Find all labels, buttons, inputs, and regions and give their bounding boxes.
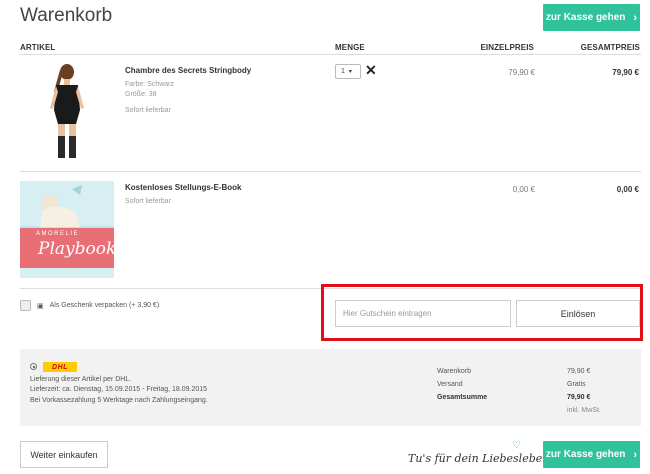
shipping-info-line: Lieferung dieser Artikel per DHL.	[30, 376, 132, 383]
checkout-button-bottom[interactable]: zur Kasse gehen ›	[543, 441, 640, 468]
header-divider	[20, 54, 641, 55]
product-size: Größe: 38	[125, 91, 157, 98]
total-price: 79,90 €	[612, 68, 639, 77]
remove-item-icon[interactable]: ✕	[365, 63, 377, 77]
chevron-down-icon: ▾	[348, 69, 352, 75]
continue-shopping-button[interactable]: Weiter einkaufen	[20, 441, 108, 468]
ebook-title-label: Playbook	[38, 239, 114, 259]
quantity-select[interactable]: 1 ▾	[335, 64, 361, 79]
summary-cart-label: Warenkorb	[437, 368, 471, 375]
ebook-brand-label: AMORELIE	[36, 231, 80, 237]
page-title: Warenkorb	[20, 5, 113, 26]
column-header-unit-price: EINZELPREIS	[480, 43, 534, 52]
chevron-right-icon: ›	[633, 11, 638, 24]
checkout-button-top[interactable]: zur Kasse gehen ›	[543, 4, 640, 31]
unit-price: 0,00 €	[512, 185, 535, 194]
product-image-stringbody[interactable]	[20, 62, 114, 162]
summary-total-value: 79,90 €	[567, 394, 591, 401]
product-availability: Sofort lieferbar	[125, 198, 171, 205]
summary-total-label: Gesamtsumme	[437, 394, 488, 401]
product-image-ebook[interactable]: AMORELIE Playbook	[20, 181, 114, 278]
shipping-radio[interactable]	[30, 363, 37, 370]
checkout-button-label: zur Kasse gehen	[545, 449, 626, 460]
column-header-article: ARTIKEL	[20, 43, 56, 52]
coupon-input-placeholder: Hier Gutschein eintragen	[343, 309, 432, 318]
summary-shipping-label: Versand	[437, 381, 463, 388]
dhl-logo: DHL	[43, 362, 77, 372]
product-availability: Sofort lieferbar	[125, 107, 171, 114]
slogan-text: Tu's für dein Liebesleben!	[408, 452, 554, 465]
shipping-prepayment-line: Bei Vorkassezahlung 5 Werktage nach Zahl…	[30, 397, 208, 404]
total-price: 0,00 €	[616, 185, 639, 194]
gift-icon: ▣	[37, 302, 44, 310]
checkout-button-label: zur Kasse gehen	[545, 12, 626, 23]
gift-wrap-label: Als Geschenk verpacken (+ 3,90 €)	[49, 302, 160, 309]
heart-icon: ♡	[512, 440, 521, 451]
chevron-right-icon: ›	[633, 448, 638, 461]
gift-wrap-option[interactable]: ▣ Als Geschenk verpacken (+ 3,90 €)	[20, 300, 159, 311]
column-header-total-price: GESAMTPREIS	[580, 43, 640, 52]
unit-price: 79,90 €	[508, 68, 535, 77]
summary-shipping-value: Gratis	[567, 381, 586, 388]
product-name[interactable]: Kostenloses Stellungs-E-Book	[125, 183, 241, 192]
quantity-value: 1	[341, 68, 345, 75]
redeem-coupon-button[interactable]: Einlösen	[516, 300, 640, 327]
shipping-time-line: Lieferzeit: ca. Dienstag, 15.09.2015 - F…	[30, 386, 208, 393]
summary-vat-note: inkl. MwSt.	[567, 407, 601, 414]
product-color: Farbe: Schwarz	[125, 81, 175, 88]
column-header-quantity: MENGE	[335, 43, 365, 52]
gift-wrap-checkbox[interactable]	[20, 300, 31, 311]
product-name[interactable]: Chambre des Secrets Stringbody	[125, 66, 251, 75]
coupon-input[interactable]: Hier Gutschein eintragen	[335, 300, 511, 327]
summary-cart-value: 79,90 €	[567, 368, 591, 375]
item-divider	[20, 171, 641, 172]
